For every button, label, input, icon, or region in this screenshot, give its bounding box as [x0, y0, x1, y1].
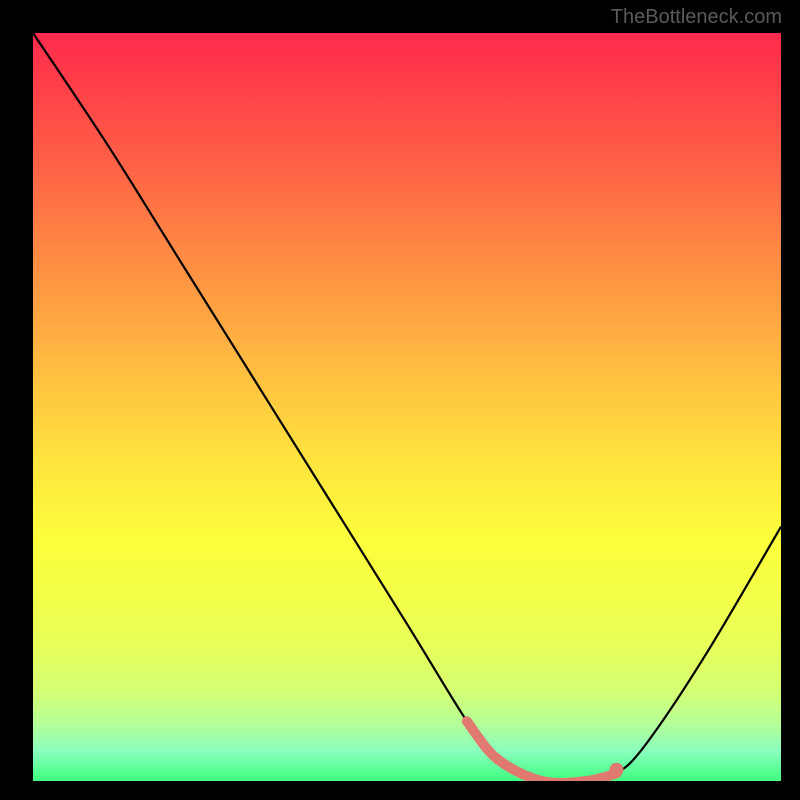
bottleneck-curve-line — [33, 33, 781, 781]
highlight-dot — [609, 763, 623, 777]
plot-area — [33, 33, 781, 781]
chart-container: TheBottleneck.com — [0, 0, 800, 800]
watermark-text: TheBottleneck.com — [611, 6, 782, 29]
curve-svg — [33, 33, 781, 781]
optimal-range-highlight — [467, 721, 617, 781]
